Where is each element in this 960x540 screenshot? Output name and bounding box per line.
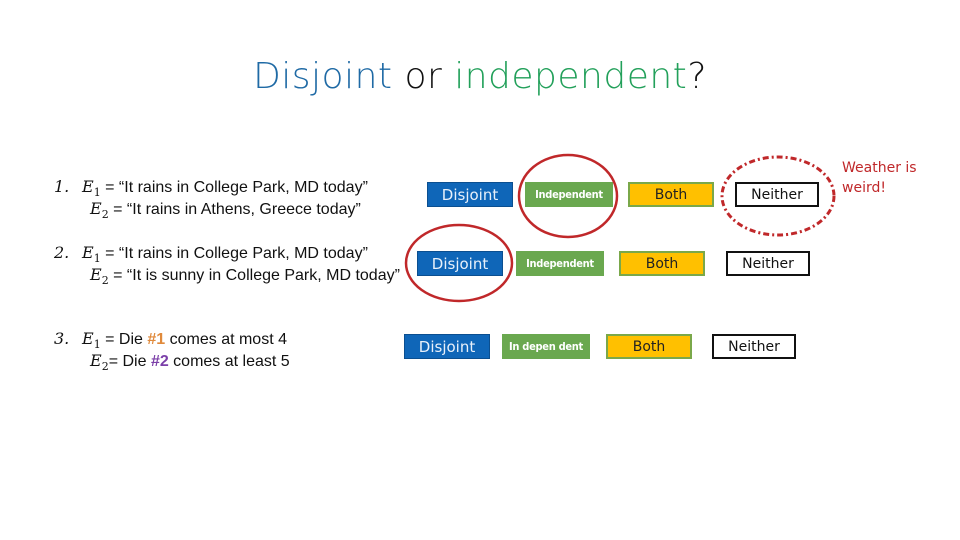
row1-both-option[interactable]: Both bbox=[628, 182, 714, 207]
title-or: or bbox=[392, 56, 455, 97]
event-e2: E2 = “It is sunny in College Park, MD to… bbox=[90, 265, 400, 287]
annotation-line-1: Weather is bbox=[842, 160, 917, 176]
event-e2: E2 = “It rains in Athens, Greece today” bbox=[90, 199, 361, 221]
row1-disjoint-option[interactable]: Disjoint bbox=[427, 182, 513, 207]
die-2-highlight: #2 bbox=[150, 353, 169, 370]
row3-both-option[interactable]: Both bbox=[606, 334, 692, 359]
item-number: 2. bbox=[54, 243, 70, 262]
slide-title: Disjoint or independent? bbox=[0, 56, 960, 97]
item-number: 1. bbox=[54, 177, 70, 196]
annotation-line-2: weird! bbox=[842, 180, 886, 196]
row2-neither-option[interactable]: Neither bbox=[726, 251, 810, 276]
weather-annotation: Weather is weird! bbox=[842, 158, 917, 198]
die-1-highlight: #1 bbox=[147, 331, 166, 348]
title-question-mark: ? bbox=[687, 56, 707, 97]
title-independent: independent bbox=[454, 56, 688, 97]
title-disjoint: Disjoint bbox=[253, 56, 393, 97]
row3-neither-option[interactable]: Neither bbox=[712, 334, 796, 359]
row3-disjoint-option[interactable]: Disjoint bbox=[404, 334, 490, 359]
row3-independent-option[interactable]: In depen dent bbox=[502, 334, 590, 359]
row1-neither-option[interactable]: Neither bbox=[735, 182, 819, 207]
row2-independent-option[interactable]: Independent bbox=[516, 251, 604, 276]
row2-disjoint-option[interactable]: Disjoint bbox=[417, 251, 503, 276]
row2-both-option[interactable]: Both bbox=[619, 251, 705, 276]
item-number: 3. bbox=[54, 329, 70, 348]
row1-independent-option[interactable]: Independent bbox=[525, 182, 613, 207]
event-e2: E2= Die #2 comes at least 5 bbox=[90, 351, 290, 373]
